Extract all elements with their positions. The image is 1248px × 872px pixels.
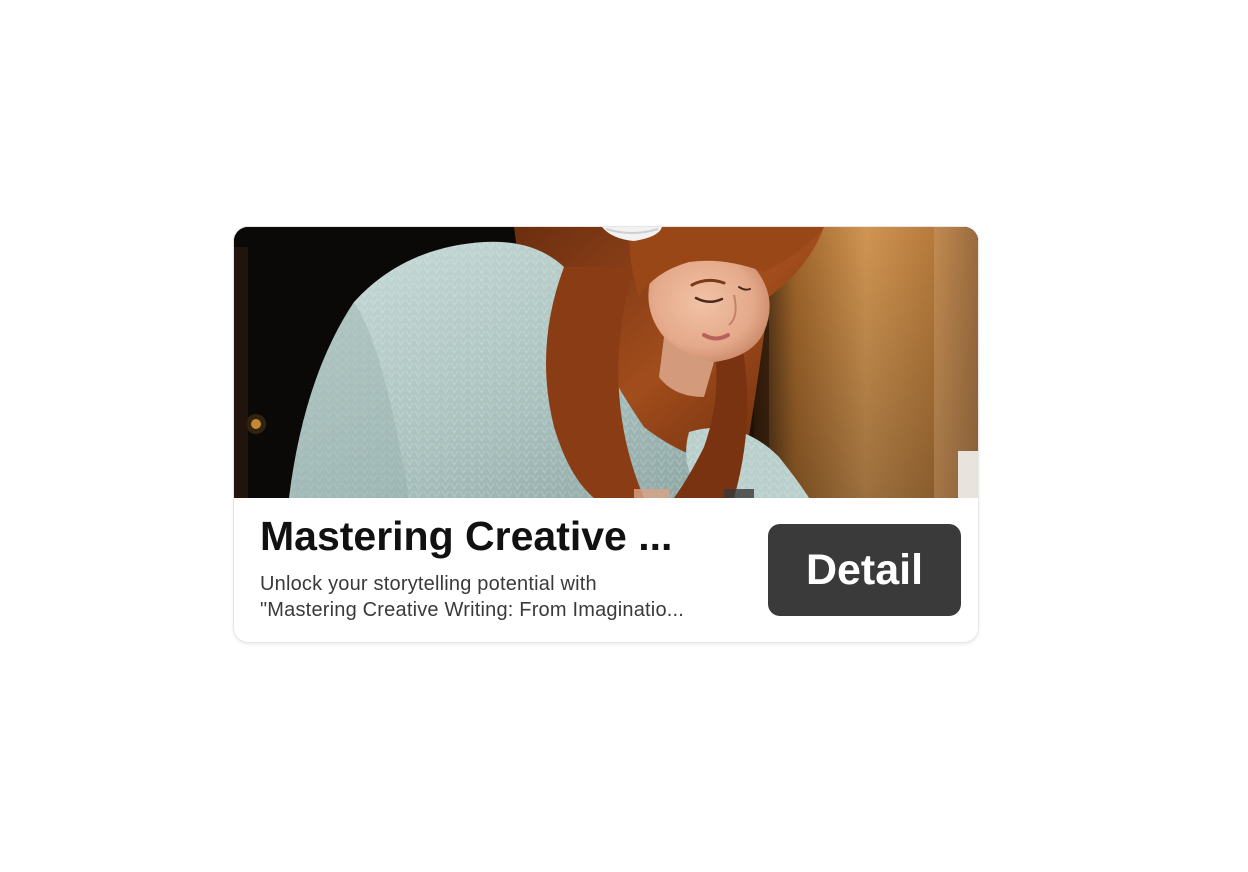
course-description-line-2: "Mastering Creative Writing: From Imagin… [260,599,685,621]
course-title[interactable]: Mastering Creative ... [260,512,730,560]
course-description: Unlock your storytelling potential with … [260,571,740,623]
course-thumbnail [234,227,978,498]
course-description-line-1: Unlock your storytelling potential with [260,573,597,595]
course-card[interactable]: Mastering Creative ... Unlock your story… [234,227,978,642]
detail-button[interactable]: Detail [768,524,961,616]
card-content: Mastering Creative ... Unlock your story… [234,498,978,642]
